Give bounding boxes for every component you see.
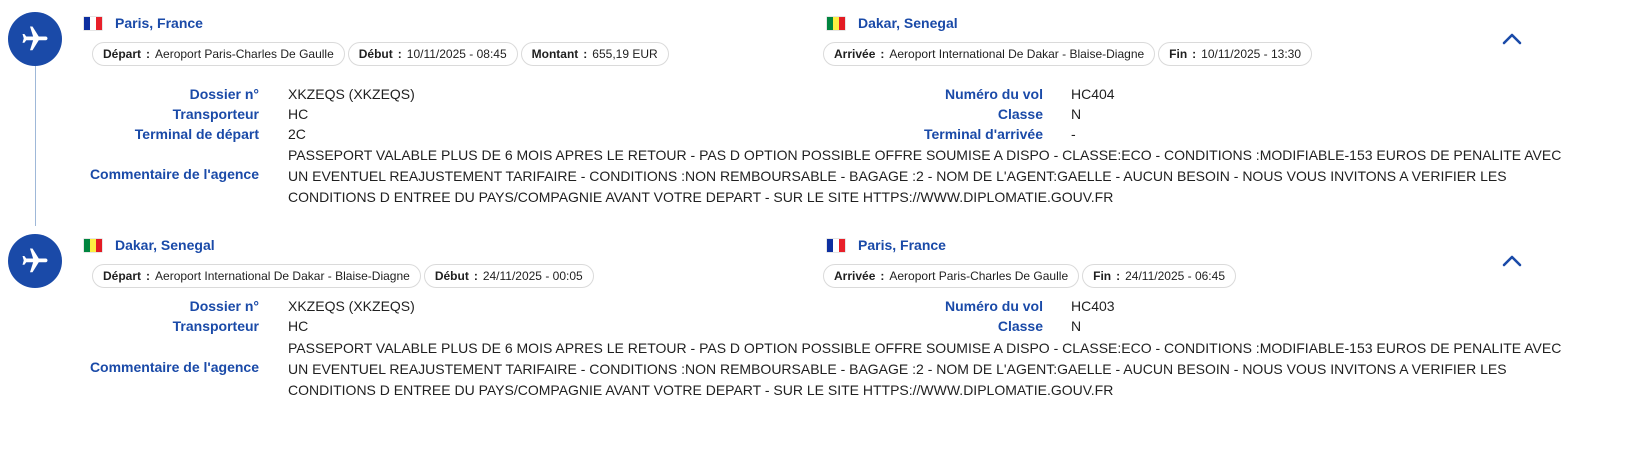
collapse-chevron-up-icon[interactable]: [1501, 30, 1523, 46]
departure-city: Dakar, Senegal: [115, 237, 215, 253]
transporteur-value: HC: [288, 318, 309, 334]
chip-separator: :: [1116, 269, 1121, 283]
chip-debut: Début : 24/11/2025 - 00:05: [423, 264, 594, 288]
terminal-depart-label: Terminal de départ: [134, 126, 259, 142]
vol-value: HC404: [1071, 86, 1115, 102]
chip-fin: Fin : 10/11/2025 - 13:30: [1158, 42, 1313, 66]
terminal-arrivee-label: Terminal d'arrivée: [923, 126, 1043, 142]
chip-label: Arrivée: [834, 269, 876, 283]
dossier-label: Dossier n°: [189, 86, 259, 102]
classe-value: N: [1071, 318, 1082, 334]
vol-label: Numéro du vol: [944, 86, 1043, 102]
commentaire-value: PASSEPORT VALABLE PLUS DE 6 MOIS APRES L…: [288, 340, 1562, 398]
transporteur-label: Transporteur: [172, 318, 259, 334]
vol-value: HC403: [1071, 298, 1115, 314]
chip-value: 655,19 EUR: [592, 47, 658, 61]
chip-arrivee: Arrivée : Aeroport Paris-Charles De Gaul…: [823, 264, 1080, 288]
flag-stripe: [96, 16, 102, 30]
chip-separator: :: [880, 269, 885, 283]
commentaire-value: PASSEPORT VALABLE PLUS DE 6 MOIS APRES L…: [288, 147, 1562, 205]
chip-separator: :: [583, 47, 588, 61]
chip-arrivee: Arrivée : Aeroport International De Daka…: [823, 42, 1156, 66]
timeline-connector: [35, 66, 36, 226]
chip-depart: Départ : Aeroport Paris-Charles De Gaull…: [92, 42, 345, 66]
terminal-arrivee-value: -: [1071, 126, 1076, 142]
chip-label: Départ: [103, 269, 142, 283]
chip-separator: :: [473, 269, 478, 283]
chip-value: 10/11/2025 - 08:45: [406, 47, 507, 61]
chip-debut: Début : 10/11/2025 - 08:45: [347, 42, 518, 66]
collapse-chevron-up-icon[interactable]: [1501, 252, 1523, 268]
chip-label: Arrivée: [834, 47, 876, 61]
dossier-value: XKZEQS (XKZEQS): [288, 86, 415, 102]
classe-label: Classe: [997, 318, 1043, 334]
arrival-city: Paris, France: [858, 237, 946, 253]
chip-fin: Fin : 24/11/2025 - 06:45: [1082, 264, 1236, 288]
departure-city: Paris, France: [115, 15, 203, 31]
transporteur-label: Transporteur: [172, 106, 259, 122]
chip-value: Aeroport International De Dakar - Blaise…: [155, 269, 410, 283]
chip-label: Montant: [531, 47, 579, 61]
classe-label: Classe: [997, 106, 1043, 122]
arrival-place: Dakar, Senegal: [827, 15, 958, 31]
airplane-icon: [8, 234, 62, 288]
arrival-chips: Arrivée : Aeroport International De Daka…: [823, 42, 1313, 66]
arrival-chips: Arrivée : Aeroport Paris-Charles De Gaul…: [823, 264, 1236, 288]
commentaire-label: Commentaire de l'agence: [89, 359, 259, 375]
chip-value: 24/11/2025 - 00:05: [482, 269, 583, 283]
dossier-label: Dossier n°: [189, 298, 259, 314]
chip-value: 24/11/2025 - 06:45: [1125, 269, 1225, 283]
vol-label: Numéro du vol: [944, 298, 1043, 314]
france-flag-icon: [84, 16, 102, 30]
flag-stripe: [839, 16, 845, 30]
departure-chips: Départ : Aeroport Paris-Charles De Gaull…: [92, 42, 669, 66]
chip-separator: :: [146, 47, 151, 61]
chip-separator: :: [146, 269, 151, 283]
classe-value: N: [1071, 106, 1082, 122]
transporteur-value: HC: [288, 106, 309, 122]
terminal-depart-value: 2C: [288, 126, 306, 142]
chip-montant: Montant : 655,19 EUR: [520, 42, 669, 66]
chip-label: Fin: [1093, 269, 1112, 283]
departure-place: Dakar, Senegal: [84, 237, 215, 253]
chip-label: Départ: [103, 47, 142, 61]
departure-chips: Départ : Aeroport International De Dakar…: [92, 264, 594, 288]
departure-place: Paris, France: [84, 15, 203, 31]
dossier-value: XKZEQS (XKZEQS): [288, 298, 415, 314]
chip-label: Début: [434, 269, 469, 283]
chip-value: Aeroport International De Dakar - Blaise…: [889, 47, 1145, 61]
chip-label: Fin: [1169, 47, 1188, 61]
france-flag-icon: [827, 238, 845, 252]
arrival-city: Dakar, Senegal: [858, 15, 958, 31]
chip-label: Début: [358, 47, 393, 61]
senegal-flag-icon: [84, 238, 102, 252]
chip-value: Aeroport Paris-Charles De Gaulle: [889, 269, 1069, 283]
chip-value: 10/11/2025 - 13:30: [1201, 47, 1302, 61]
chip-value: Aeroport Paris-Charles De Gaulle: [155, 47, 334, 61]
senegal-flag-icon: [827, 16, 845, 30]
flag-stripe: [96, 238, 102, 252]
flag-stripe: [839, 238, 845, 252]
chip-separator: :: [397, 47, 402, 61]
chip-separator: :: [1192, 47, 1197, 61]
chip-separator: :: [880, 47, 885, 61]
commentaire-label: Commentaire de l'agence: [89, 166, 259, 182]
chip-depart: Départ : Aeroport International De Dakar…: [92, 264, 421, 288]
airplane-icon: [8, 12, 62, 66]
arrival-place: Paris, France: [827, 237, 946, 253]
